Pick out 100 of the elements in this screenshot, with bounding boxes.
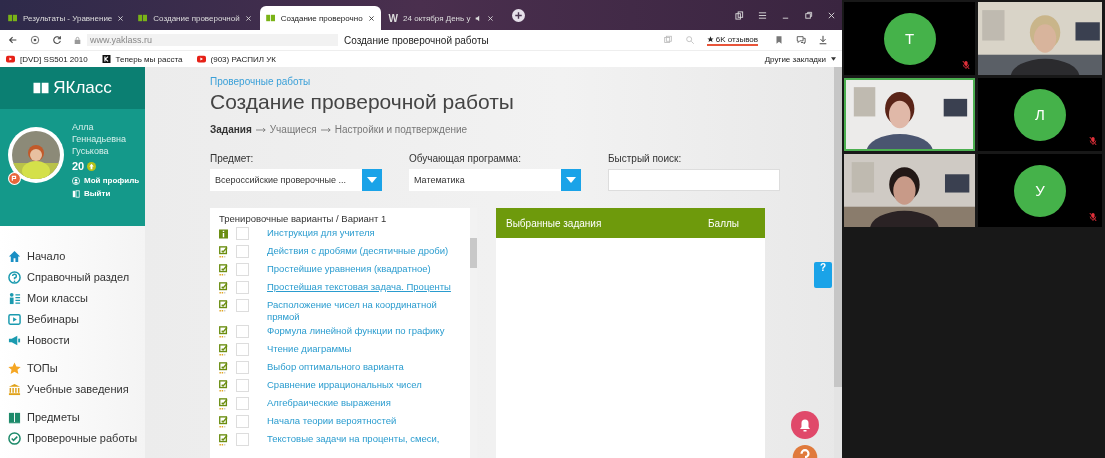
tab-title: 24 октября День у bbox=[403, 13, 471, 23]
restore-icon[interactable] bbox=[804, 10, 813, 20]
column-header: Выбранные задания bbox=[506, 217, 602, 229]
tab-title: Результаты - Уравнение bbox=[23, 13, 113, 23]
browser-tab[interactable]: Создание проверочно bbox=[259, 6, 381, 30]
checkbox[interactable] bbox=[236, 245, 249, 258]
bookmark-item[interactable]: Теперь мы расста bbox=[101, 54, 183, 64]
reload-icon[interactable] bbox=[52, 35, 62, 45]
task-icon bbox=[219, 380, 228, 392]
dropdown[interactable]: Математика bbox=[409, 169, 581, 191]
participant-tile[interactable]: Т bbox=[844, 2, 975, 75]
close-icon[interactable] bbox=[367, 14, 375, 22]
wizard-step[interactable]: Настройки и подтверждение bbox=[334, 124, 468, 135]
task-icon bbox=[219, 282, 228, 294]
search-field[interactable] bbox=[608, 169, 780, 191]
checkbox[interactable] bbox=[236, 281, 249, 294]
user-name: Алла Геннадьевна Гуськова bbox=[72, 121, 127, 157]
badge-icon bbox=[8, 172, 21, 185]
task-link[interactable]: Расположение чисел на координатной прямой bbox=[267, 299, 457, 323]
checkbox[interactable] bbox=[236, 325, 249, 338]
checkbox[interactable] bbox=[236, 433, 249, 446]
play-icon bbox=[6, 55, 15, 63]
participant-tile[interactable]: У bbox=[978, 154, 1102, 227]
dropdown[interactable]: Всероссийские проверочные ... bbox=[210, 169, 382, 191]
help-button[interactable] bbox=[790, 444, 820, 458]
download-icon[interactable] bbox=[818, 35, 828, 45]
help-tab[interactable]: ? bbox=[814, 262, 832, 288]
checkbox[interactable] bbox=[236, 361, 249, 374]
home-icon bbox=[8, 249, 21, 263]
star-icon bbox=[706, 35, 714, 43]
page-scrollbar[interactable] bbox=[834, 67, 842, 458]
page-title: Создание проверочной работы bbox=[344, 34, 490, 46]
k-logo-icon bbox=[101, 55, 111, 63]
profile-link[interactable]: Мой профиль bbox=[72, 176, 140, 185]
door-icon bbox=[72, 189, 80, 198]
bell-button[interactable] bbox=[790, 410, 820, 440]
browser-tab[interactable]: Результаты - Уравнение bbox=[2, 6, 131, 30]
nav-item[interactable]: Проверочные работы bbox=[8, 430, 145, 446]
checkbox[interactable] bbox=[236, 343, 249, 356]
task-link[interactable]: Простейшая текстовая задача. Проценты bbox=[267, 281, 457, 293]
task-icon bbox=[219, 246, 228, 258]
participant-avatar: У bbox=[1014, 164, 1066, 217]
checkbox[interactable] bbox=[236, 379, 249, 392]
wizard-step[interactable]: Задания bbox=[210, 124, 252, 135]
favicon-letter: W bbox=[388, 12, 399, 24]
panel-heading: Тренировочные варианты / Вариант 1 bbox=[219, 213, 388, 224]
task-icon bbox=[219, 300, 228, 312]
checkbox[interactable] bbox=[236, 263, 249, 276]
field-label: Предмет: bbox=[210, 153, 255, 164]
url-field[interactable]: www.yaklass.ru bbox=[87, 34, 338, 46]
profile-link[interactable]: Выйти bbox=[72, 189, 140, 198]
browser-tab[interactable]: Создание проверочной bbox=[132, 6, 258, 30]
help-icon bbox=[8, 270, 21, 284]
back-icon[interactable] bbox=[8, 35, 18, 45]
task-link[interactable]: Алгебраические выражения bbox=[267, 397, 457, 409]
checkbox[interactable] bbox=[236, 415, 249, 428]
arrow-icon bbox=[320, 126, 331, 133]
participant-tile[interactable]: Л bbox=[978, 78, 1102, 151]
bookmark-item[interactable]: (903) РАСПИЛ УК bbox=[196, 54, 276, 64]
reviews-link[interactable]: 6K отзывов bbox=[706, 34, 758, 46]
task-link[interactable]: Выбор оптимального варианта bbox=[267, 361, 457, 373]
task-link[interactable]: Инструкция для учителя bbox=[267, 227, 457, 239]
nav-item[interactable]: Новости bbox=[8, 332, 145, 348]
tab-title: Создание проверочно bbox=[280, 13, 363, 23]
task-link[interactable]: Простейшие уравнения (квадратное) bbox=[267, 263, 457, 275]
chat-icon[interactable] bbox=[796, 35, 806, 45]
task-icon bbox=[219, 416, 228, 428]
copy-icon[interactable] bbox=[735, 10, 744, 20]
checkbox[interactable] bbox=[236, 227, 249, 240]
new-tab-icon[interactable] bbox=[512, 8, 526, 22]
arrow-icon bbox=[255, 126, 266, 133]
task-link[interactable]: Формула линейной функции по графику bbox=[267, 325, 457, 337]
task-link[interactable]: Действия с дробями (десятичные дроби) bbox=[267, 245, 457, 257]
lock-icon bbox=[74, 35, 81, 45]
tab-title: Создание проверочной bbox=[153, 13, 240, 23]
breadcrumb-link[interactable]: Проверочные работы bbox=[210, 76, 770, 87]
task-link[interactable]: Сравнение иррациональных чисел bbox=[267, 379, 457, 391]
task-link[interactable]: Текстовые задачи на проценты, смеси, bbox=[267, 433, 457, 445]
bookmark-item[interactable]: [DVD] SS501 2010 bbox=[6, 54, 88, 64]
nav-item[interactable]: Начало bbox=[8, 248, 145, 264]
participant-avatar: Л bbox=[1014, 88, 1066, 141]
wizard-step[interactable]: Учащиеся bbox=[269, 124, 317, 135]
checkbox[interactable] bbox=[236, 397, 249, 410]
nav-item[interactable]: Учебные заведения bbox=[8, 381, 145, 397]
nav-item[interactable]: Вебинары bbox=[8, 311, 145, 327]
nav-item[interactable]: Справочный раздел bbox=[8, 269, 145, 285]
page-heading: Создание проверочной работы bbox=[210, 90, 515, 114]
menu-icon[interactable] bbox=[758, 10, 767, 20]
bookmark-icon[interactable] bbox=[774, 35, 784, 45]
nav-item[interactable]: Мои классы bbox=[8, 290, 145, 306]
field-label: Обучающая программа: bbox=[409, 153, 522, 164]
field-label: Быстрый поиск: bbox=[608, 153, 683, 164]
video-icon bbox=[8, 312, 21, 326]
task-link[interactable]: Чтение диаграммы bbox=[267, 343, 457, 355]
task-link[interactable]: Начала теории вероятностей bbox=[267, 415, 457, 427]
checkbox[interactable] bbox=[236, 299, 249, 312]
nav-item[interactable]: ТОПы bbox=[8, 360, 145, 376]
nav-item[interactable]: Предметы bbox=[8, 409, 145, 425]
other-bookmarks-button[interactable]: Другие закладки bbox=[764, 54, 836, 64]
browser-tab[interactable]: W 24 октября День у bbox=[382, 6, 501, 30]
